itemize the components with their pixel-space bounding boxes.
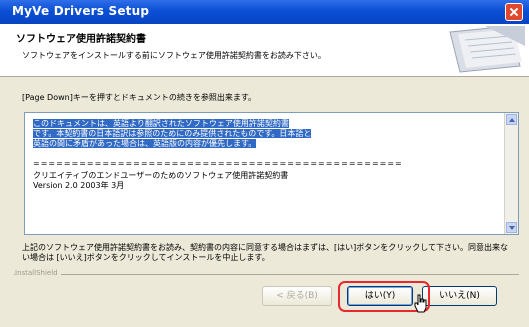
close-icon[interactable]: [505, 3, 523, 21]
setup-window: MyVe Drivers Setup ソフトウェア使用許諾契約書 ソフトウェアを…: [0, 0, 529, 327]
license-textbox[interactable]: このドキュメントは、英語より翻訳されたソフトウェア使用許諾契約書 です。本契約書…: [24, 112, 519, 235]
page-down-hint: [Page Down]キーを押すとドキュメントの続きを参照出来ます。: [22, 93, 257, 102]
license-text: このドキュメントは、英語より翻訳されたソフトウェア使用許諾契約書 です。本契約書…: [33, 119, 501, 191]
license-separator: ========================================…: [33, 159, 403, 168]
license-line: このドキュメントは、英語より翻訳されたソフトウェア使用許諾契約書: [33, 119, 289, 128]
back-button[interactable]: < 戻る(B): [262, 286, 332, 306]
license-version: Version 2.0 2003年 3月: [33, 181, 125, 190]
wizard-header: ソフトウェア使用許諾契約書 ソフトウェアをインストールする前にソフトウェア使用許…: [0, 24, 529, 77]
license-doc-title: クリエイティブのエンドユーザーのためのソフトウェア使用許諾契約書: [33, 171, 289, 180]
page-subtitle: ソフトウェアをインストールする前にソフトウェア使用許諾契約書をお読み下さい。: [22, 51, 326, 60]
license-line: 英語の間に矛盾があった場合は、英語版の内容が優先します。: [33, 139, 257, 148]
no-button[interactable]: いいえ(N): [422, 286, 497, 306]
footer-divider: [14, 274, 519, 276]
license-scrollbar[interactable]: [504, 113, 518, 234]
scroll-down-icon[interactable]: [506, 222, 517, 233]
license-page-icon: [449, 26, 525, 73]
title-bar[interactable]: MyVe Drivers Setup: [0, 0, 529, 24]
accept-instructions: 上記のソフトウェア使用許諾契約書をお読み、契約書の内容に同意する場合はまずは、[…: [22, 243, 508, 262]
license-line: です。本契約書の日本語訳は参照のためにのみ提供されたものです。日本語と: [33, 129, 312, 138]
page-title: ソフトウェア使用許諾契約書: [16, 34, 146, 45]
window-title: MyVe Drivers Setup: [12, 4, 150, 18]
scroll-up-icon[interactable]: [506, 114, 517, 125]
installer-brand: InstallShield: [15, 269, 61, 277]
hand-cursor-icon: [414, 294, 427, 313]
